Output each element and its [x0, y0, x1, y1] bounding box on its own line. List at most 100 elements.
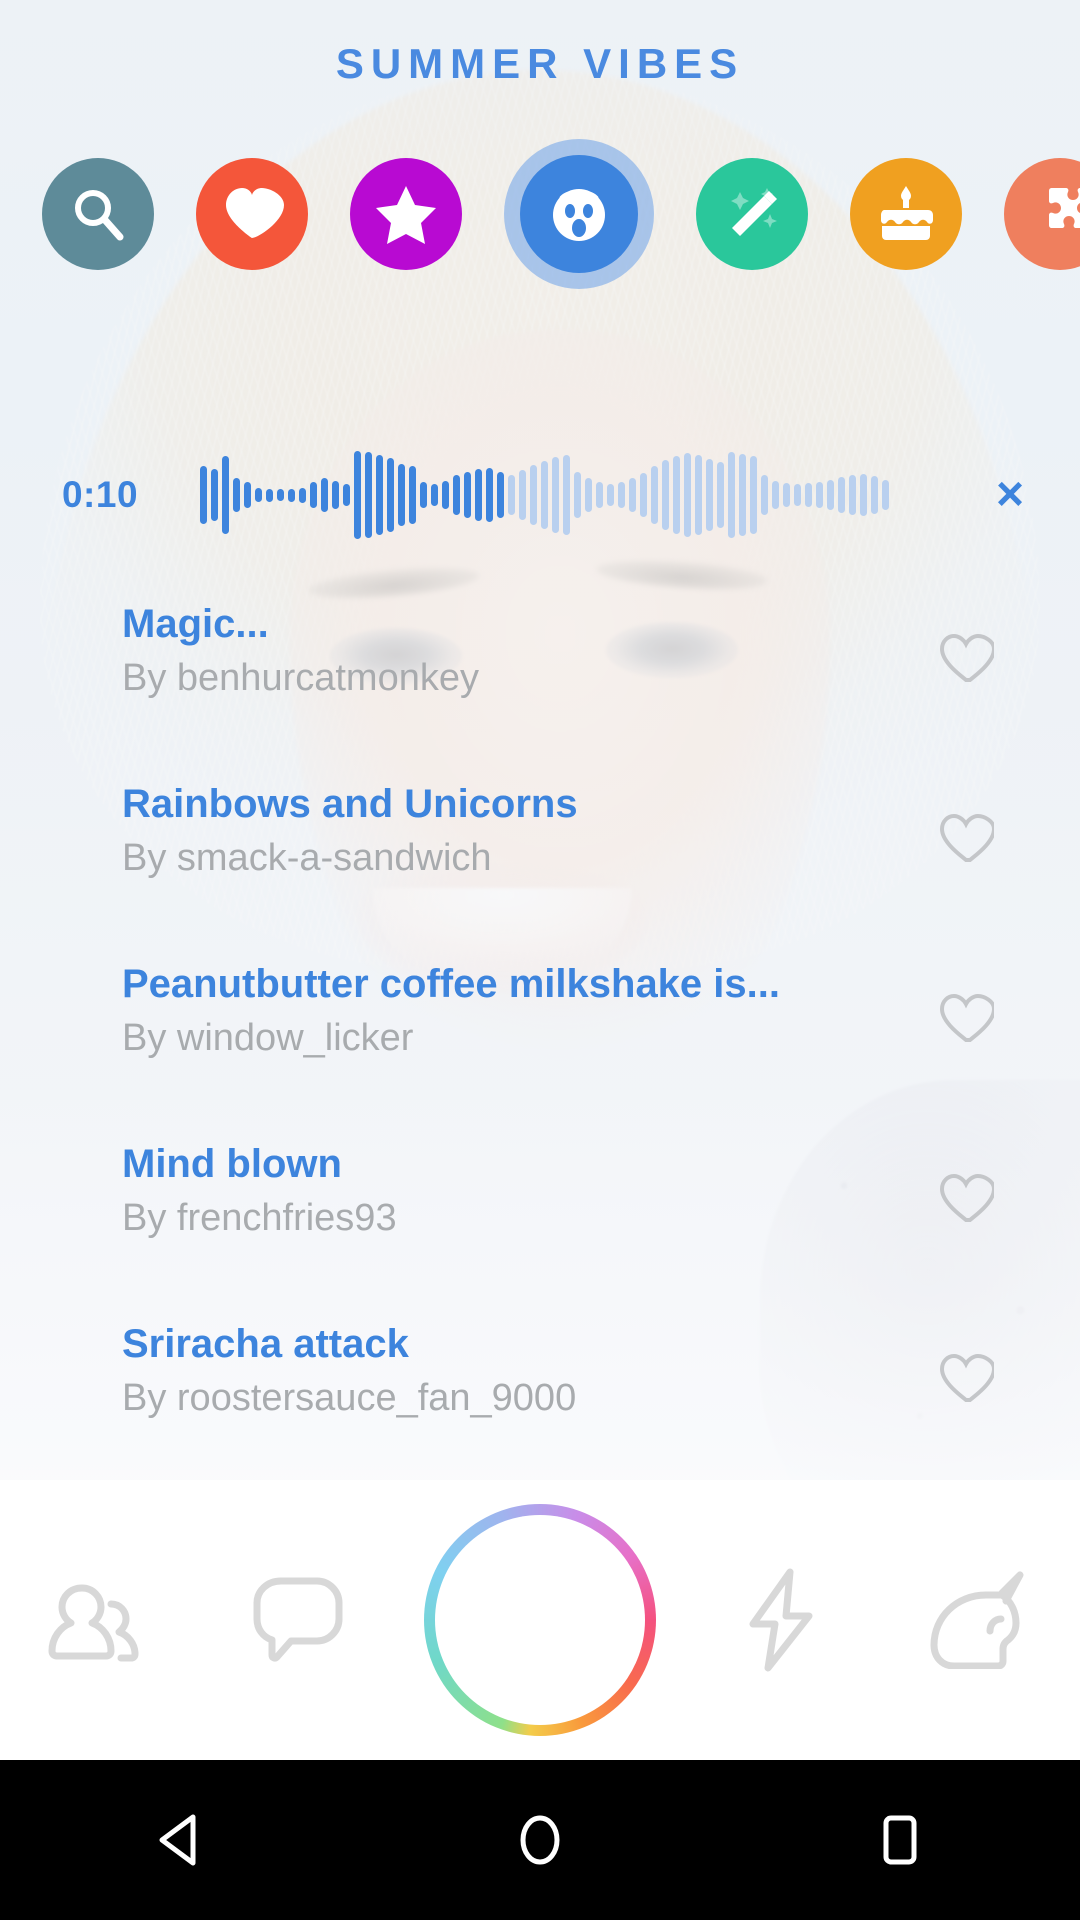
bottom-navigation-bar	[0, 1480, 1080, 1760]
shutter-inner	[434, 1515, 645, 1725]
track-author: By benhurcatmonkey	[122, 656, 479, 699]
waveform[interactable]	[200, 450, 940, 540]
waveform-bar	[464, 472, 471, 518]
waveform-bar	[772, 481, 779, 509]
waveform-bar	[310, 482, 317, 508]
star-filter[interactable]	[350, 158, 462, 270]
favorite-filter-circle	[196, 158, 308, 270]
search-filter-circle	[42, 158, 154, 270]
waveform-bar	[475, 469, 482, 521]
people-icon	[48, 1578, 152, 1662]
favorite-track-button[interactable]	[938, 632, 994, 684]
birthday-filter-circle	[850, 158, 962, 270]
birthday-cake-icon	[881, 186, 933, 240]
favorite-track-button[interactable]	[938, 992, 994, 1044]
waveform-bar	[365, 452, 372, 538]
filter-strip[interactable]	[0, 139, 1080, 289]
waveform-bar	[530, 465, 537, 525]
track-list: Magic... By benhurcatmonkey Rainbows and U…	[0, 580, 1080, 1480]
waveform-bar	[376, 455, 383, 535]
waveform-bar	[453, 475, 460, 515]
circle-home-icon	[509, 1809, 571, 1871]
lightning-bolt-icon	[743, 1566, 819, 1674]
heart-outline-icon	[939, 633, 994, 682]
puzzle-filter-circle	[1004, 158, 1080, 270]
waveform-bar	[574, 472, 581, 518]
track-row[interactable]: Rainbows and Unicorns By smack-a-sandwich	[0, 760, 1080, 940]
waveform-bar	[398, 464, 405, 526]
birthday-filter[interactable]	[850, 158, 962, 270]
audio-player-row: 0:10 ×	[0, 440, 1080, 550]
app-screen: SUMMER VIBES 0:10 × Magic... By benhurcat…	[0, 0, 1080, 1920]
waveform-bar	[486, 468, 493, 522]
android-home-button[interactable]	[470, 1770, 610, 1910]
waveform-bar	[277, 489, 284, 501]
waveform-bar	[728, 452, 735, 538]
surprised-filter[interactable]	[504, 139, 654, 289]
track-row[interactable]: Mind blown By frenchfries93	[0, 1120, 1080, 1300]
magic-filter-circle	[696, 158, 808, 270]
waveform-bar	[387, 458, 394, 532]
waveform-bar	[860, 474, 867, 516]
waveform-bar	[497, 472, 504, 518]
favorite-filter[interactable]	[196, 158, 308, 270]
waveform-bar	[684, 453, 691, 537]
track-row[interactable]: Peanutbutter coffee milkshake is... By wi…	[0, 940, 1080, 1120]
waveform-bar	[266, 488, 273, 502]
star-filter-circle	[350, 158, 462, 270]
waveform-bar	[255, 488, 262, 502]
waveform-bar	[519, 470, 526, 520]
heart-outline-icon	[939, 1173, 994, 1222]
effects-button[interactable]	[706, 1545, 856, 1695]
waveform-bar	[541, 461, 548, 529]
favorite-track-button[interactable]	[938, 812, 994, 864]
waveform-bar	[200, 466, 207, 524]
chat-button[interactable]	[224, 1545, 374, 1695]
waveform-bar	[244, 482, 251, 508]
waveform-bar	[673, 456, 680, 534]
favorite-track-button[interactable]	[938, 1172, 994, 1224]
waveform-bar	[640, 473, 647, 517]
capture-button[interactable]	[423, 1504, 656, 1736]
waveform-bar	[750, 456, 757, 534]
waveform-bar	[508, 475, 515, 515]
close-player-button[interactable]: ×	[940, 471, 1080, 519]
waveform-bar	[882, 480, 889, 510]
waveform-bar	[717, 462, 724, 528]
favorite-track-button[interactable]	[938, 1352, 994, 1404]
waveform-bar	[431, 484, 438, 506]
waveform-bar	[816, 482, 823, 508]
waveform-bar	[222, 456, 229, 534]
track-title: Sriracha attack	[122, 1322, 409, 1366]
unicorn-button[interactable]	[905, 1545, 1055, 1695]
waveform-bar	[739, 454, 746, 536]
heart-outline-icon	[939, 1353, 994, 1402]
android-back-button[interactable]	[110, 1770, 250, 1910]
search-filter[interactable]	[42, 158, 154, 270]
waveform-bar	[233, 478, 240, 512]
track-row[interactable]: Sriracha attack By roostersauce_fan_9000	[0, 1300, 1080, 1480]
track-title: Peanutbutter coffee milkshake is...	[122, 962, 780, 1006]
waveform-bar	[563, 455, 570, 535]
magic-filter[interactable]	[696, 158, 808, 270]
waveform-bar	[420, 482, 427, 508]
elapsed-time-label: 0:10	[61, 474, 139, 515]
friends-button[interactable]	[25, 1545, 175, 1695]
heart-outline-icon	[939, 813, 994, 862]
puzzle-filter[interactable]	[1004, 158, 1080, 270]
waveform-bar	[695, 455, 702, 535]
heart-outline-icon	[939, 993, 994, 1042]
waveform-bar	[343, 484, 350, 506]
android-recents-button[interactable]	[830, 1770, 970, 1910]
unicorn-head-icon	[928, 1571, 1032, 1669]
waveform-bar	[321, 478, 328, 512]
android-system-nav	[0, 1760, 1080, 1920]
waveform-bar	[761, 475, 768, 515]
waveform-bar	[596, 482, 603, 508]
waveform-bar	[552, 457, 559, 533]
waveform-bar	[299, 487, 306, 503]
waveform-bar	[849, 475, 856, 515]
track-row[interactable]: Magic... By benhurcatmonkey	[0, 580, 1080, 760]
waveform-bar	[585, 478, 592, 512]
waveform-bar	[211, 469, 218, 521]
